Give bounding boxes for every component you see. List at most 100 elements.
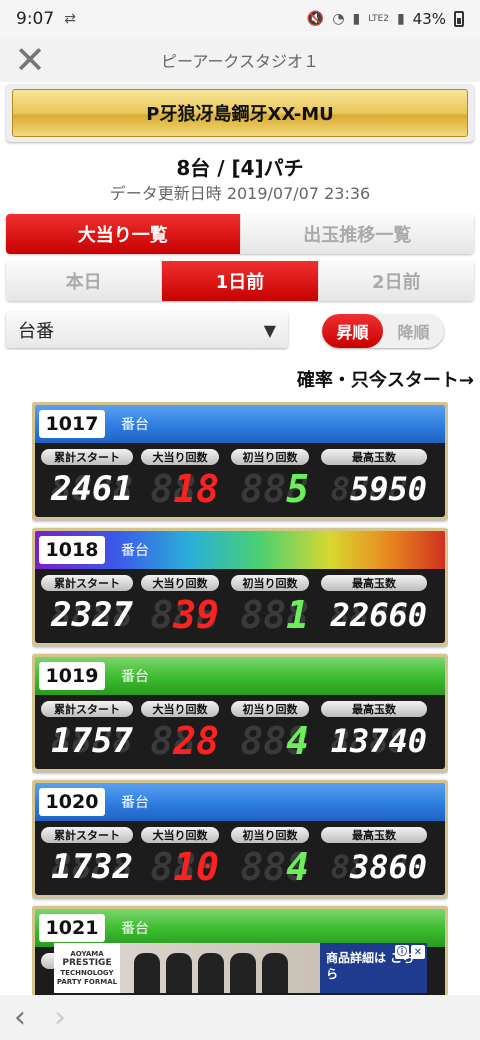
machine-number: 1019 [39,662,105,690]
stat-value-jackpots: 888 39 [150,593,219,637]
machine-stats-panel: 累計スタート 大当り回数 初当り回数 最高玉数 8888 1732 888 10 888 4 888… [35,821,445,895]
stat-label: 最高玉数 [321,827,427,843]
stat-label: 初当り回数 [231,449,309,465]
machine-card-header: 1021 番台 [35,909,445,947]
sync-icon: ⇄ [64,11,76,27]
stat-label: 大当り回数 [141,449,219,465]
machine-card-header: 1018 番台 [35,531,445,569]
machine-card-header: 1017 番台 [35,405,445,443]
ad-logo-line: TECHNOLOGY [60,969,114,978]
ad-logo-line: PRESTIGE [62,958,112,969]
sort-desc-button[interactable]: 降順 [383,314,444,348]
stat-label: 最高玉数 [321,701,427,717]
tab-payout-trend[interactable]: 出玉推移一覧 [240,214,474,254]
tab-1-day-ago[interactable]: 1日前 [162,261,319,301]
machine-stats-panel: 累計スタート 大当り回数 初当り回数 最高玉数 8888 2461 888 18 888 5 888… [35,443,445,517]
stat-value-first-hits: 888 4 [240,845,309,889]
stat-value-first-hits: 888 4 [240,719,309,763]
page-title: ピーアークスタジオ１ [161,52,319,71]
status-time: 9:07 [16,9,55,29]
ad-close-icon[interactable]: ✕ [411,945,425,959]
stat-value-first-hits: 888 5 [240,467,309,511]
stat-value-cumulative-start: 8888 1732 [51,847,133,887]
machine-card[interactable]: 1020 番台累計スタート 大当り回数 初当り回数 最高玉数 8888 1732 888 10 8… [32,780,448,898]
ad-logo-line: AOYAMA [70,950,104,959]
machine-unit-label: 番台 [121,417,149,433]
signal-icon-2: ▮ [396,11,405,27]
main-tabs: 大当り一覧 出玉推移一覧 [6,214,474,254]
battery-icon [454,11,464,27]
dropdown-caret-icon: ▼ [263,320,276,340]
machine-card[interactable]: 1019 番台累計スタート 大当り回数 初当り回数 最高玉数 8888 1757 888 28 8… [32,654,448,772]
wifi-icon: ◔ [332,11,345,27]
ad-text: 商品詳細は こちら ⓘ ✕ [320,943,427,993]
day-tabs: 本日 1日前 2日前 [6,261,474,301]
machine-stats-panel: 累計スタート 大当り回数 初当り回数 最高玉数 8888 2327 888 39 888 1 888… [35,569,445,643]
machine-card[interactable]: 1018 番台累計スタート 大当り回数 初当り回数 最高玉数 8888 2327 888 39 8… [32,528,448,646]
sort-order-toggle: 昇順 降順 [322,314,444,348]
stat-value-max-balls: 88888 22660 [330,596,427,634]
signal-icon: ▮ [352,11,361,27]
sort-asc-button[interactable]: 昇順 [322,314,383,348]
stat-value-first-hits: 888 1 [240,593,309,637]
stat-label: 累計スタート [41,701,133,717]
stat-value-max-balls: 88888 5950 [330,470,427,508]
machine-number: 1017 [39,410,105,438]
browser-nav: ‹ › [0,995,480,1040]
stat-label: 初当り回数 [231,701,309,717]
close-icon[interactable]: ✕ [0,38,60,82]
machine-unit-label: 番台 [121,543,149,559]
machine-number: 1021 [39,914,105,942]
sort-field-select[interactable]: 台番 ▼ [6,312,288,348]
machine-number: 1018 [39,536,105,564]
stat-label: 大当り回数 [141,827,219,843]
stat-label: 累計スタート [41,827,133,843]
machine-card[interactable]: 1017 番台累計スタート 大当り回数 初当り回数 最高玉数 8888 2461 888 18 8… [32,402,448,520]
forward-arrow-icon[interactable]: › [54,1000,66,1035]
update-timestamp: データ更新日時 2019/07/07 23:36 [109,184,371,203]
app-bar: ✕ ピーアークスタジオ１ [0,38,480,82]
ad-banner[interactable]: AOYAMA PRESTIGE TECHNOLOGY PARTY FORMAL … [54,943,427,993]
machine-unit-label: 番台 [121,669,149,685]
tab-jackpot-list[interactable]: 大当り一覧 [6,214,241,254]
machine-unit-label: 番台 [121,795,149,811]
ad-info-icon[interactable]: ⓘ [395,945,409,959]
ad-logo-line: PARTY FORMAL [56,977,118,986]
stat-value-cumulative-start: 8888 1757 [51,721,133,761]
sort-field-value: 台番 [18,321,54,342]
tab-today[interactable]: 本日 [6,261,163,301]
machine-number: 1020 [39,788,105,816]
machine-unit-label: 番台 [121,921,149,937]
machine-list: 1017 番台 累計スタート 大当り回数 初当り回数 最高玉数 8888 2461 888 18 8… [32,402,448,995]
status-bar: 9:07 ⇄ 🔇 ◔ ▮ LTE2 ▮ 43% [0,0,480,38]
stat-label: 最高玉数 [321,449,427,465]
tab-2-days-ago[interactable]: 2日前 [318,261,474,301]
stat-value-cumulative-start: 8888 2461 [51,469,133,509]
battery-percent: 43% [412,10,446,28]
stats-hint-link[interactable]: 確率・只今スタート→ [297,366,474,392]
stat-value-max-balls: 88888 13740 [330,722,427,760]
stat-value-max-balls: 88888 3860 [330,848,427,886]
network-type: LTE2 [368,14,389,24]
machine-summary: 8台 / [4]パチ [176,156,304,180]
ad-logo: AOYAMA PRESTIGE TECHNOLOGY PARTY FORMAL [54,943,120,993]
machine-banner: P牙狼冴島鋼牙XX-MU [6,84,474,142]
stat-label: 初当り回数 [231,827,309,843]
back-arrow-icon[interactable]: ‹ [14,1000,26,1035]
stat-label: 大当り回数 [141,701,219,717]
machine-card-header: 1020 番台 [35,783,445,821]
stat-value-jackpots: 888 18 [150,467,219,511]
stat-label: 最高玉数 [321,575,427,591]
machine-stats-panel: 累計スタート 大当り回数 初当り回数 最高玉数 8888 1757 888 28 888 4 888… [35,695,445,769]
ad-photo [120,943,320,993]
stat-label: 大当り回数 [141,575,219,591]
stat-value-jackpots: 888 10 [150,845,219,889]
stat-value-cumulative-start: 8888 2327 [51,595,133,635]
stat-value-jackpots: 888 28 [150,719,219,763]
stat-label: 累計スタート [41,575,133,591]
mute-icon: 🔇 [306,11,325,27]
stat-label: 初当り回数 [231,575,309,591]
machine-name: P牙狼冴島鋼牙XX-MU [12,89,468,137]
machine-card-header: 1019 番台 [35,657,445,695]
stat-label: 累計スタート [41,449,133,465]
